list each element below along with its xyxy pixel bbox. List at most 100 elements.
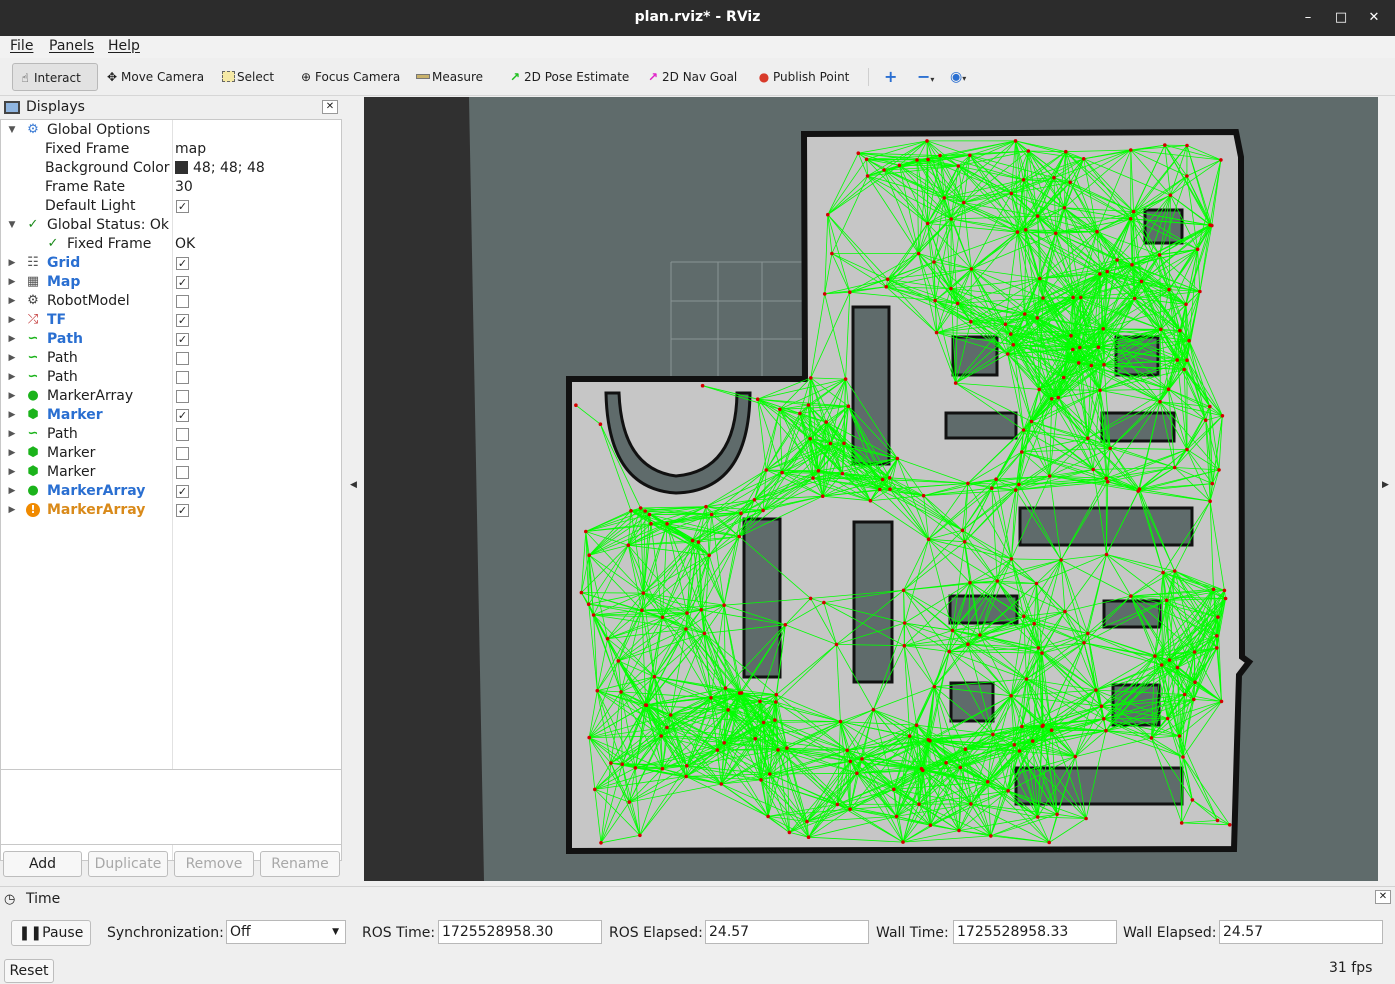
- tree-row-fixed-frame[interactable]: Fixed Frame map: [1, 140, 341, 159]
- roadmap-node: [660, 615, 665, 620]
- map-render[interactable]: [364, 97, 1378, 881]
- close-icon[interactable]: ✕: [1364, 8, 1384, 28]
- roadmap-node: [709, 696, 713, 700]
- chevron-right-icon[interactable]: ▶: [6, 255, 18, 272]
- chevron-right-icon[interactable]: ▶: [6, 426, 18, 443]
- menu-file[interactable]: File: [10, 38, 33, 54]
- right-splitter[interactable]: ▶: [1378, 97, 1395, 883]
- add-tool-icon[interactable]: +: [880, 63, 897, 91]
- chevron-down-icon[interactable]: ▼: [6, 217, 18, 234]
- collapse-right-icon[interactable]: ▶: [1382, 480, 1389, 490]
- display-checkbox[interactable]: ✓: [176, 333, 189, 346]
- sync-select[interactable]: Off ▼: [226, 920, 346, 944]
- tree-row-status-fixed-frame[interactable]: ✓ Fixed Frame OK: [1, 235, 341, 254]
- display-item-path[interactable]: ▶ ∽ Path ✓: [1, 330, 341, 349]
- roadmap-node: [805, 819, 809, 824]
- display-checkbox[interactable]: ✓: [176, 314, 189, 327]
- tool-2d-nav-goal[interactable]: ↗ 2D Nav Goal: [641, 63, 737, 91]
- display-item-markerarray[interactable]: ▶ ● MarkerArray: [1, 387, 341, 406]
- tree-row-frame-rate[interactable]: Frame Rate 30: [1, 178, 341, 197]
- display-item-path[interactable]: ▶ ∽ Path: [1, 425, 341, 444]
- property-value[interactable]: 48; 48; 48: [175, 159, 265, 178]
- property-value[interactable]: 30: [175, 178, 193, 197]
- collapse-left-icon[interactable]: ◀: [350, 480, 357, 490]
- wall-time-field[interactable]: 1725528958.33: [953, 920, 1117, 944]
- display-checkbox[interactable]: [176, 390, 189, 403]
- tool-interact[interactable]: ☝ Interact: [12, 63, 98, 91]
- ros-elapsed-field[interactable]: 24.57: [705, 920, 869, 944]
- display-item-path[interactable]: ▶ ∽ Path: [1, 368, 341, 387]
- display-checkbox[interactable]: ✓: [176, 485, 189, 498]
- chevron-right-icon[interactable]: ▶: [6, 407, 18, 424]
- close-icon[interactable]: ✕: [1375, 890, 1391, 904]
- roadmap-node: [1034, 581, 1039, 586]
- chevron-right-icon[interactable]: ▶: [6, 312, 18, 329]
- display-checkbox[interactable]: [176, 352, 189, 365]
- display-checkbox[interactable]: [176, 447, 189, 460]
- display-checkbox[interactable]: [176, 295, 189, 308]
- reset-button[interactable]: Reset: [4, 959, 54, 983]
- display-item-markerarray-warning[interactable]: ▶ ! MarkerArray ✓: [1, 501, 341, 520]
- tree-row-default-light[interactable]: Default Light ✓: [1, 197, 341, 216]
- display-item-map[interactable]: ▶ ▦ Map ✓: [1, 273, 341, 292]
- render-viewport[interactable]: [364, 97, 1378, 881]
- display-item-grid[interactable]: ▶ ☷ Grid ✓: [1, 254, 341, 273]
- chevron-right-icon[interactable]: ▶: [6, 331, 18, 348]
- display-checkbox[interactable]: ✓: [176, 276, 189, 289]
- display-item-marker[interactable]: ▶ ⬢ Marker: [1, 463, 341, 482]
- display-checkbox[interactable]: ✓: [176, 504, 189, 517]
- display-item-marker[interactable]: ▶ ⬢ Marker: [1, 444, 341, 463]
- tool-measure[interactable]: Measure: [411, 63, 483, 91]
- property-value[interactable]: map: [175, 140, 206, 159]
- chevron-right-icon[interactable]: ▶: [6, 293, 18, 310]
- eye-icon[interactable]: ◉▾: [946, 63, 966, 91]
- chevron-right-icon[interactable]: ▶: [6, 350, 18, 367]
- chevron-right-icon[interactable]: ▶: [6, 464, 18, 481]
- tree-row-global-status[interactable]: ▼ ✓ Global Status: Ok: [1, 216, 341, 235]
- display-checkbox[interactable]: ✓: [176, 257, 189, 270]
- chevron-right-icon[interactable]: ▶: [6, 502, 18, 519]
- tool-2d-pose-estimate[interactable]: ↗ 2D Pose Estimate: [503, 63, 629, 91]
- roadmap-node: [776, 748, 780, 752]
- ros-time-field[interactable]: 1725528958.30: [438, 920, 602, 944]
- add-button[interactable]: Add: [3, 851, 82, 877]
- duplicate-button[interactable]: Duplicate: [88, 851, 168, 877]
- roadmap-node: [1047, 474, 1052, 478]
- display-checkbox[interactable]: [176, 371, 189, 384]
- roadmap-node: [1215, 818, 1220, 823]
- display-checkbox[interactable]: [176, 428, 189, 441]
- chevron-down-icon[interactable]: ▼: [6, 122, 18, 139]
- tool-focus-camera[interactable]: ⊕ Focus Camera: [294, 63, 400, 91]
- display-name: TF: [47, 312, 67, 328]
- tool-select[interactable]: Select: [216, 63, 274, 91]
- chevron-right-icon[interactable]: ▶: [6, 388, 18, 405]
- tool-move-camera[interactable]: ✥ Move Camera: [100, 63, 204, 91]
- chevron-right-icon[interactable]: ▶: [6, 274, 18, 291]
- wall-elapsed-field[interactable]: 24.57: [1219, 920, 1383, 944]
- minimize-icon[interactable]: –: [1298, 8, 1318, 28]
- close-icon[interactable]: ✕: [322, 100, 338, 114]
- display-item-marker[interactable]: ▶ ⬢ Marker ✓: [1, 406, 341, 425]
- rename-button[interactable]: Rename: [260, 851, 340, 877]
- display-item-robotmodel[interactable]: ▶ ⚙ RobotModel: [1, 292, 341, 311]
- chevron-right-icon[interactable]: ▶: [6, 369, 18, 386]
- left-splitter[interactable]: ◀: [342, 97, 364, 883]
- chevron-right-icon[interactable]: ▶: [6, 445, 18, 462]
- chevron-right-icon[interactable]: ▶: [6, 483, 18, 500]
- display-checkbox[interactable]: ✓: [176, 409, 189, 422]
- menu-panels[interactable]: Panels: [49, 38, 94, 54]
- display-item-path[interactable]: ▶ ∽ Path: [1, 349, 341, 368]
- menu-help[interactable]: Help: [108, 38, 140, 54]
- display-item-tf[interactable]: ▶ ⤮ TF ✓: [1, 311, 341, 330]
- tree-row-background-color[interactable]: Background Color 48; 48; 48: [1, 159, 341, 178]
- remove-button[interactable]: Remove: [174, 851, 254, 877]
- tree-row-global-options[interactable]: ▼ ⚙ Global Options: [1, 121, 341, 140]
- tool-publish-point[interactable]: ● Publish Point: [752, 63, 850, 91]
- default-light-checkbox[interactable]: ✓: [176, 200, 189, 213]
- pause-button[interactable]: ❚❚Pause: [11, 920, 91, 946]
- remove-tool-icon[interactable]: −▾: [913, 63, 934, 91]
- display-checkbox[interactable]: [176, 466, 189, 479]
- maximize-icon[interactable]: □: [1331, 8, 1351, 28]
- display-item-markerarray[interactable]: ▶ ● MarkerArray ✓: [1, 482, 341, 501]
- roadmap-node: [1159, 663, 1164, 667]
